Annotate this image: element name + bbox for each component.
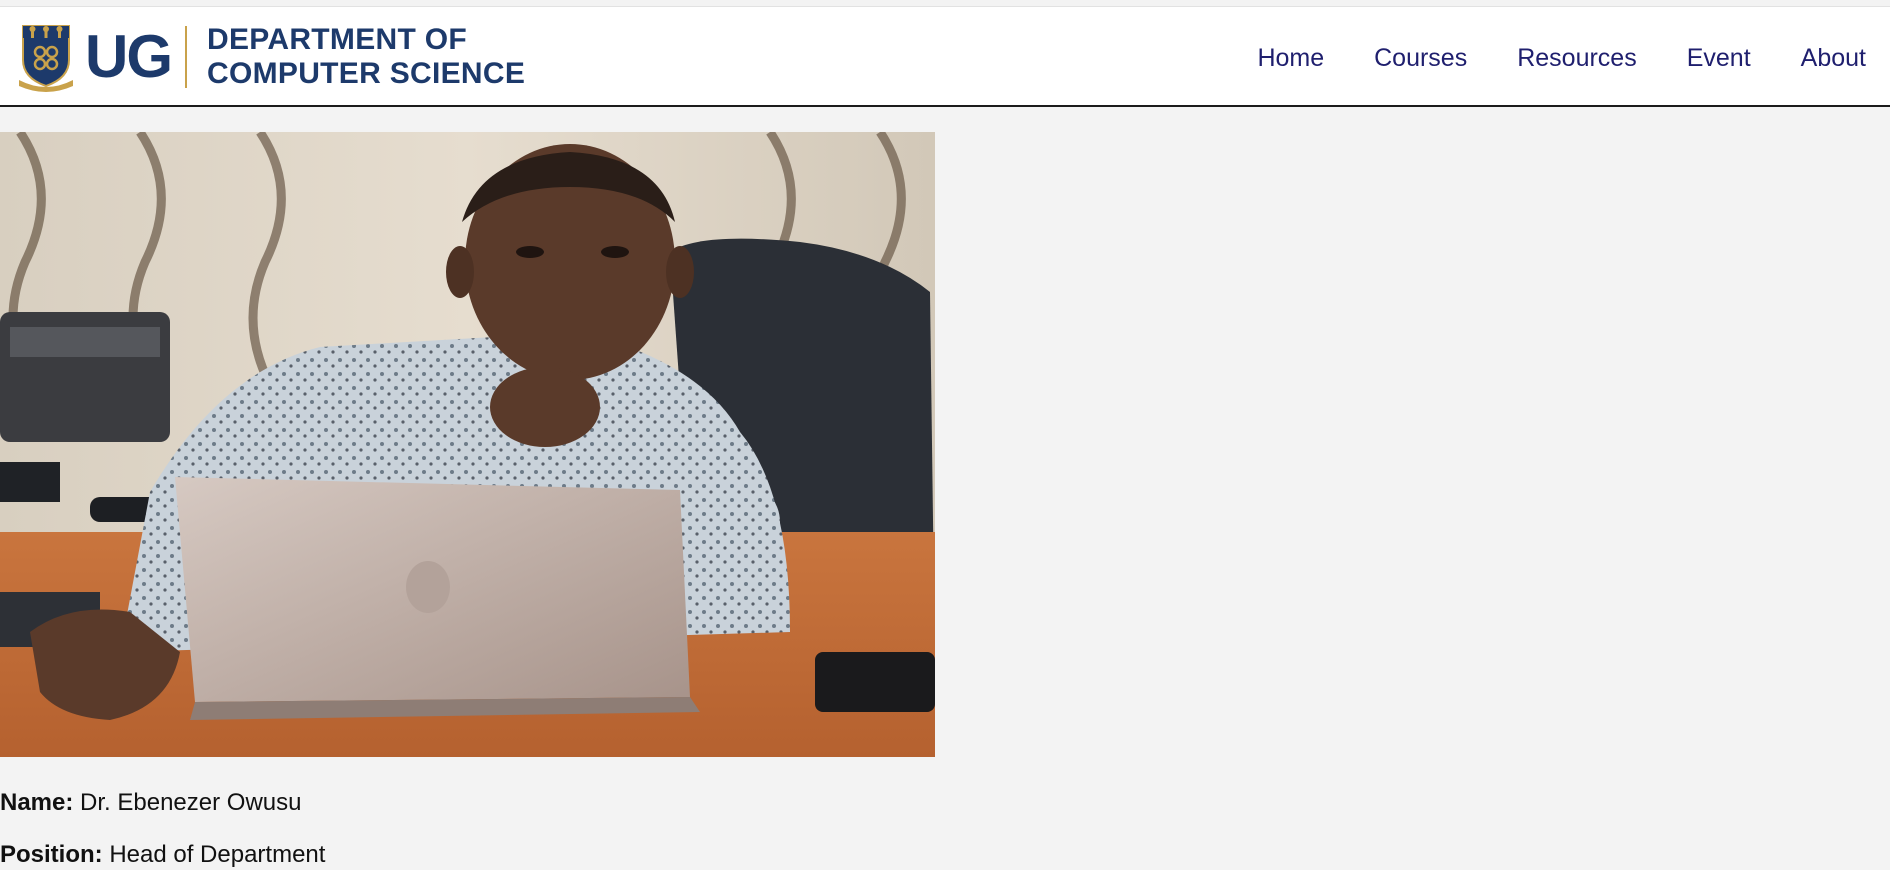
nav-event-link[interactable]: Event [1687,43,1751,73]
nav-about-link[interactable]: About [1801,43,1866,73]
department-title-line2: COMPUTER SCIENCE [207,57,526,90]
profile-position: Position: Head of Department [0,840,325,870]
profile-photo [0,132,935,757]
nav-home-link[interactable]: Home [1257,43,1324,73]
main-nav: Home Courses Resources Event About [1207,43,1866,73]
nav-resources-link[interactable]: Resources [1517,43,1637,73]
site-logo[interactable]: UG DEPARTMENT OF COMPUTER SCIENCE [17,19,525,95]
site-header: UG DEPARTMENT OF COMPUTER SCIENCE Home C… [0,7,1890,107]
nav-courses-link[interactable]: Courses [1374,43,1467,73]
university-crest-icon [19,25,73,92]
name-value: Dr. Ebenezer Owusu [80,789,302,816]
profile-name: Name: Dr. Ebenezer Owusu [0,788,301,818]
ug-wordmark: UG [85,23,173,90]
name-label: Name: [0,789,74,816]
department-title: DEPARTMENT OF COMPUTER SCIENCE [207,23,525,91]
logo-divider [185,26,187,88]
department-title-line1: DEPARTMENT OF [207,23,467,56]
